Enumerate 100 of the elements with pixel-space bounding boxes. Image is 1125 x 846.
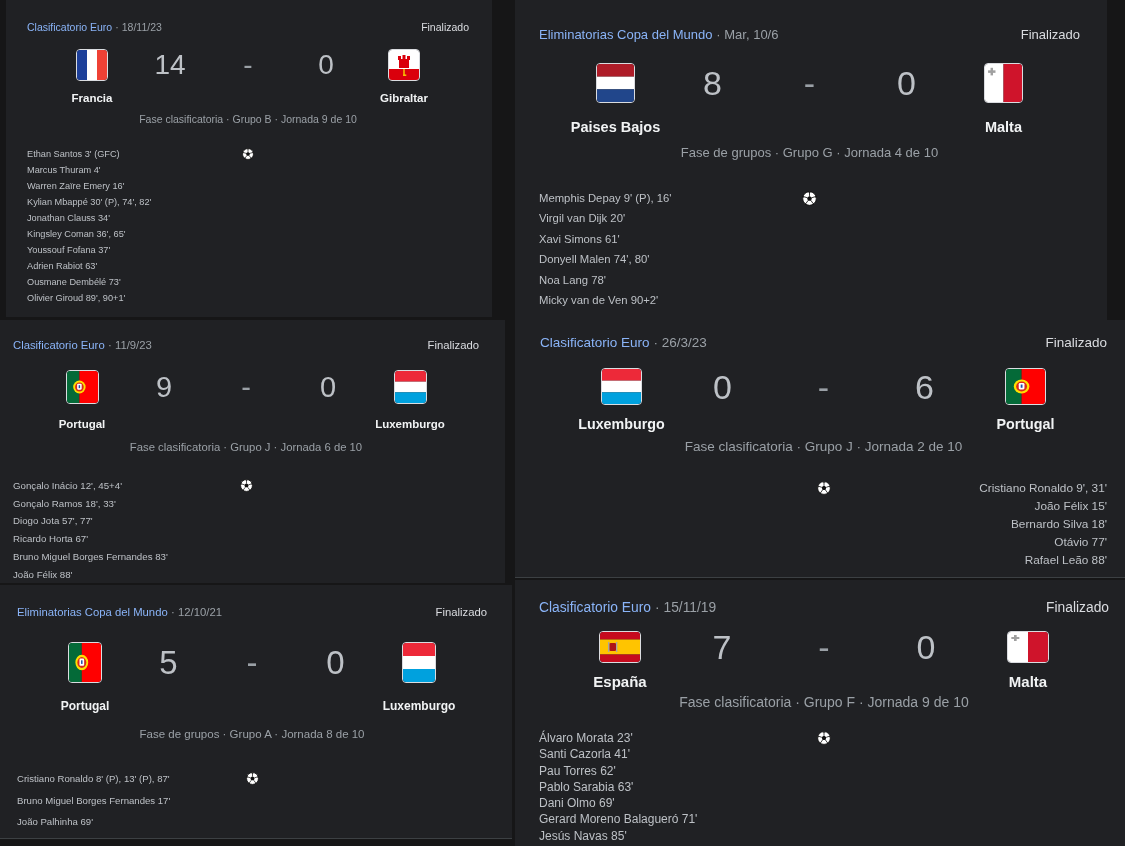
competition-link[interactable]: Clasificatorio Euro [539,600,651,615]
home-score: 8 [703,66,722,100]
score-separator: - [817,369,830,404]
scorer-line: Jesús Navas 85' [539,827,627,845]
scorer-line: Pau Torres 62' [539,762,616,779]
scorer-line: Bernardo Silva 18' [1010,516,1107,534]
home-score: 14 [154,51,186,79]
match-status: Finalizado [435,605,487,619]
score-separator: - [246,646,258,679]
team-name: Portugal [58,417,106,432]
competition-link[interactable]: Eliminatorias Copa del Mundo [539,27,713,42]
soccer-ball-icon [802,190,817,206]
flag-icon [402,642,436,683]
match-stage: Fase clasificatoria · Grupo F · Jornada 9 de 10 [679,694,969,710]
match-date: · 12/10/21 [171,606,222,618]
scorer-line: Youssouf Fofana 37' [27,244,111,257]
scorer-line: Bruno Miguel Borges Fernandes 17' [17,793,171,808]
competition-link[interactable]: Clasificatorio Euro [540,335,650,350]
team-name: Gibraltar [380,91,428,105]
scorer-line: Jonathan Clauss 34' [27,212,110,225]
scorer-line: Memphis Depay 9' (P), 16' [539,191,672,206]
scorer-line: Gerard Moreno Balagueró 71' [539,811,698,828]
home-score: 5 [159,646,178,679]
home-score: 9 [155,372,173,402]
match-stage: Fase clasificatoria · Grupo J · Jornada 2 de 10 [684,439,963,455]
flag-icon [68,642,102,683]
match-status: Finalizado [1045,335,1107,351]
scorer-line: Pablo Sarabia 63' [539,778,634,796]
scorer-line: Micky van de Ven 90+2' [539,293,659,309]
match-date: · 18/11/23 [115,21,162,33]
score-separator: - [818,630,830,664]
score-separator: - [241,372,251,402]
match-status: Finalizado [1020,27,1080,43]
scorer-line: João Palhinha 69' [17,815,93,829]
scorer-line: Rafael Leão 88' [1024,552,1107,570]
scorer-line: Cristiano Ronaldo 8' (P), 13' (P), 87' [17,772,170,786]
away-score: 0 [318,51,334,79]
scorer-line: Otávio 77' [1054,534,1107,552]
team-name: Portugal [996,415,1055,433]
soccer-ball-icon [817,731,831,746]
away-score: 0 [897,66,916,100]
flag-icon [1005,368,1046,405]
flag-icon [65,370,99,404]
scorer-line: Cristiano Ronaldo 9', 31' [979,480,1107,497]
team-name: Portugal [60,698,110,715]
soccer-ball-icon [816,481,831,496]
team-name: Malta [984,118,1023,136]
away-score: 0 [319,372,337,402]
flag-icon [393,370,427,404]
flag-icon [388,49,420,81]
scorer-line: Ousmane Dembélé 73' [27,276,121,289]
flag-icon [599,631,641,663]
team-name: Paises Bajos [570,118,661,136]
soccer-ball-icon [245,772,259,786]
score-separator: - [803,66,816,100]
scorer-line: Bruno Miguel Borges Fernandes 83' [13,549,168,564]
team-name: Luxemburgo [578,415,665,433]
scorer-line: Kylian Mbappé 30' (P), 74', 82' [27,196,152,209]
scorer-line: João Félix 88' [13,567,73,582]
team-name: Luxemburgo [375,417,445,432]
home-score: 7 [712,630,732,664]
scorer-line: Diogo Jota 57', 77' [13,514,93,529]
match-status: Finalizado [427,338,479,352]
scorer-line: Álvaro Morata 23' [539,730,633,747]
home-score: 0 [713,369,732,404]
match-status: Finalizado [421,20,469,34]
score-separator: - [243,51,253,79]
away-score: 0 [916,630,936,664]
scorer-line: Donyell Malen 74', 80' [539,252,650,268]
match-stage: Fase de grupos · Grupo A · Jornada 8 de 10 [139,727,365,742]
scorer-line: Gonçalo Inácio 12', 45+4' [13,479,122,493]
away-score: 0 [326,646,345,679]
scorer-line: Santi Cazorla 41' [539,746,630,763]
team-name: España [593,672,647,690]
competition-link[interactable]: Eliminatorias Copa del Mundo [17,606,168,618]
match-stage: Fase de grupos · Grupo G · Jornada 4 de 10 [680,145,939,161]
flag-icon [596,63,635,103]
flag-icon [601,368,642,405]
away-score: 6 [915,369,934,404]
team-name: Francia [71,91,113,105]
scorer-line: Noa Lang 78' [539,272,606,288]
soccer-ball-icon [239,479,253,493]
scorer-line: João Félix 15' [1034,498,1107,516]
scorer-line: Warren Zaïre Emery 16' [27,180,125,193]
match-date: · 26/3/23 [653,335,707,350]
scorer-line: Virgil van Dijk 20' [539,211,626,227]
competition-link[interactable]: Clasificatorio Euro [27,21,113,33]
match-stage: Fase clasificatoria · Grupo J · Jornada 6 de 10 [129,440,363,454]
scorer-line: Gonçalo Ramos 18', 33' [13,496,116,511]
soccer-ball-icon [242,148,254,160]
scorer-line: Olivier Giroud 89', 90+1' [27,292,126,305]
match-date: · 11/9/23 [108,339,152,351]
match-stage: Fase clasificatoria · Grupo B · Jornada 9 de 10 [139,112,357,126]
scorer-line: Ethan Santos 3' (GFC) [27,148,120,161]
scorer-line: Kingsley Coman 36', 65' [27,228,126,241]
match-status: Finalizado [1046,600,1109,616]
scorer-line: Xavi Simons 61' [539,231,620,247]
flag-icon [1007,631,1049,663]
flag-icon [76,49,108,81]
competition-link[interactable]: Clasificatorio Euro [13,339,105,351]
